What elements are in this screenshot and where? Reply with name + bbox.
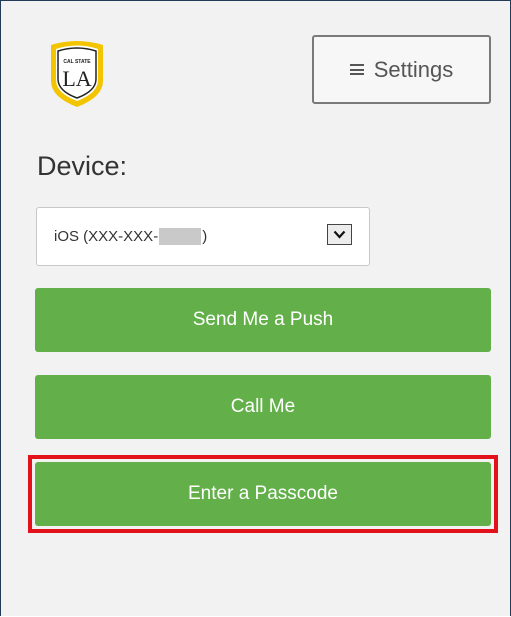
call-me-button[interactable]: Call Me: [35, 375, 491, 439]
cal-state-la-logo: CAL STATE LA: [47, 39, 107, 109]
enter-passcode-button[interactable]: Enter a Passcode: [35, 462, 491, 526]
send-push-button[interactable]: Send Me a Push: [35, 288, 491, 352]
device-select[interactable]: iOS (XXX-XXX-): [36, 207, 370, 266]
device-select-value: iOS (XXX-XXX-): [54, 227, 208, 246]
settings-label: Settings: [373, 56, 454, 82]
redacted-phone-digits: [159, 228, 202, 246]
duo-prompt-frame: CAL STATE LA Settings Device: iOS (XXX-X…: [0, 0, 511, 616]
hamburger-menu-icon: [349, 64, 364, 75]
logo-small-text: CAL STATE: [63, 59, 91, 65]
chevron-down-icon[interactable]: [327, 224, 352, 245]
settings-button[interactable]: Settings: [312, 35, 491, 104]
logo-big-text: LA: [62, 66, 91, 91]
device-label: Device:: [37, 151, 128, 181]
